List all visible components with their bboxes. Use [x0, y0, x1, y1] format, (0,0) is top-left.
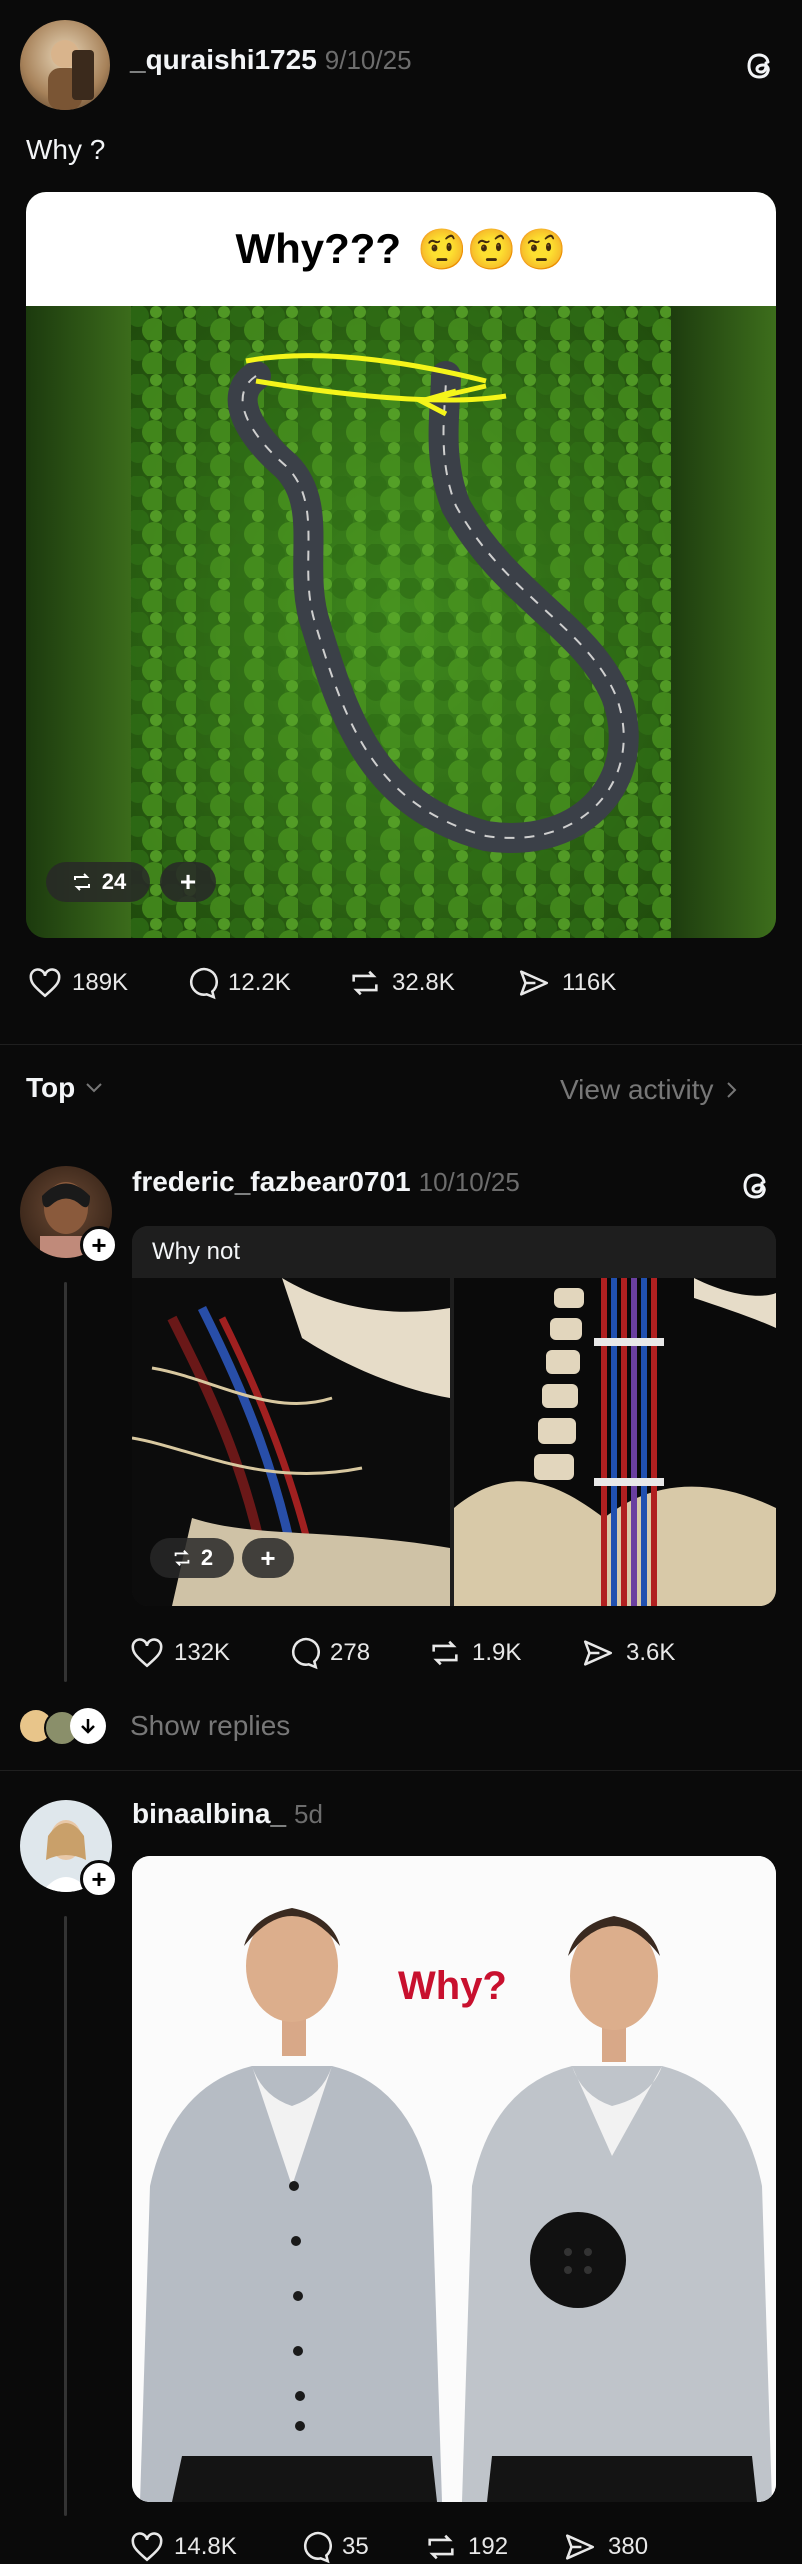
threads-logo-icon[interactable] — [740, 46, 780, 86]
meme-title-bar: Why??? 🤨🤨🤨 — [26, 192, 776, 306]
like-button[interactable]: 132K — [130, 1636, 230, 1670]
heart-icon — [131, 1638, 163, 1668]
post-date: 9/10/25 — [324, 45, 412, 75]
thread-line — [64, 1282, 67, 1682]
reply-date: 10/10/25 — [418, 1167, 520, 1197]
repost-pill-count: 2 — [200, 1545, 214, 1570]
heart-icon — [131, 2532, 163, 2562]
send-icon — [565, 2534, 595, 2560]
reply-button[interactable]: 12.2K — [184, 966, 291, 1000]
send-icon — [519, 970, 549, 996]
sort-dropdown[interactable]: Top — [26, 1072, 103, 1104]
repost-count-pill[interactable]: 2 — [150, 1538, 234, 1578]
share-button[interactable]: 3.6K — [580, 1636, 675, 1670]
add-label: + — [260, 1542, 276, 1573]
reply-image[interactable]: Why? — [132, 1856, 776, 2502]
anatomy-spine-image — [454, 1278, 776, 1606]
reply-date: 5d — [294, 1799, 323, 1829]
post-image[interactable]: Why??? 🤨🤨🤨 24 + — [26, 192, 776, 938]
post-caption: Why ? — [26, 134, 106, 165]
follow-button[interactable]: + — [80, 1226, 118, 1264]
repost-icon — [428, 2534, 454, 2560]
repost-count: 192 — [468, 2533, 509, 2560]
sweater-comparison-photo — [132, 1856, 776, 2502]
threads-logo-icon[interactable] — [736, 1166, 776, 1206]
reply-button[interactable]: 278 — [286, 1636, 370, 1670]
comment-icon — [303, 2531, 332, 2564]
send-icon — [583, 1640, 613, 1666]
like-count: 189K — [72, 969, 129, 996]
annotation-text: Why? — [398, 1964, 507, 2008]
chevron-right-icon — [726, 1082, 736, 1098]
repost-pill-count: 24 — [101, 869, 127, 894]
reply-count: 278 — [330, 1639, 371, 1666]
share-count: 380 — [608, 2533, 649, 2560]
username[interactable]: frederic_fazbear0701 — [132, 1166, 411, 1197]
share-button[interactable]: 380 — [562, 2530, 648, 2564]
username[interactable]: _quraishi1725 — [130, 44, 317, 75]
like-count: 132K — [174, 1639, 231, 1666]
view-activity-link[interactable]: View activity — [560, 1074, 738, 1106]
like-count: 14.8K — [174, 2533, 237, 2560]
username[interactable]: binaalbina_ — [132, 1798, 286, 1829]
share-count: 3.6K — [626, 1639, 676, 1666]
arrow-down-icon — [70, 1708, 106, 1744]
repost-count: 1.9K — [472, 1639, 522, 1666]
replier-avatars — [20, 1708, 110, 1746]
meme-title: Why??? — [235, 225, 402, 272]
reply-button[interactable]: 35 — [298, 2530, 369, 2564]
add-button[interactable]: + — [242, 1538, 294, 1578]
add-label: + — [179, 866, 197, 897]
like-button[interactable]: 14.8K — [130, 2530, 237, 2564]
repost-icon — [73, 873, 90, 891]
repost-icon — [174, 1550, 190, 1566]
heart-icon — [29, 968, 61, 998]
repost-button[interactable]: 1.9K — [428, 1636, 521, 1670]
like-button[interactable]: 189K — [28, 966, 128, 1000]
repost-button[interactable]: 32.8K — [348, 966, 455, 1000]
reply-header: frederic_fazbear0701 10/10/25 — [132, 1166, 520, 1198]
divider — [0, 1044, 802, 1045]
repost-count: 32.8K — [392, 969, 455, 996]
chevron-down-icon — [86, 1083, 102, 1093]
sort-label: Top — [26, 1072, 76, 1103]
comment-icon — [189, 967, 218, 1000]
show-replies-label: Show replies — [130, 1710, 291, 1741]
comment-icon — [291, 1637, 320, 1670]
reply-text-bar: Why not — [132, 1226, 776, 1278]
share-count: 116K — [562, 969, 617, 996]
post-header: _quraishi1725 9/10/25 — [130, 44, 412, 76]
reply-header: binaalbina_ 5d — [132, 1798, 323, 1830]
repost-icon — [432, 1640, 458, 1666]
repost-count-pill[interactable]: 24 — [46, 862, 150, 902]
add-button[interactable]: + — [160, 862, 216, 902]
view-activity-label: View activity — [560, 1074, 714, 1105]
reply-text: Why not — [152, 1238, 241, 1265]
share-button[interactable]: 116K — [516, 966, 616, 1000]
meme-emoji: 🤨🤨🤨 — [417, 227, 567, 272]
repost-button[interactable]: 192 — [424, 2530, 508, 2564]
reply-media[interactable]: Why not 2 + — [132, 1226, 776, 1606]
reply-count: 12.2K — [228, 969, 291, 996]
follow-button[interactable]: + — [80, 1860, 118, 1898]
reply-count: 35 — [342, 2533, 369, 2560]
road-aerial-photo — [26, 306, 776, 938]
show-replies[interactable]: Show replies — [20, 1708, 291, 1746]
repost-icon — [352, 970, 378, 996]
divider — [0, 1770, 802, 1771]
avatar[interactable] — [20, 20, 110, 110]
thread-line — [64, 1916, 67, 2516]
